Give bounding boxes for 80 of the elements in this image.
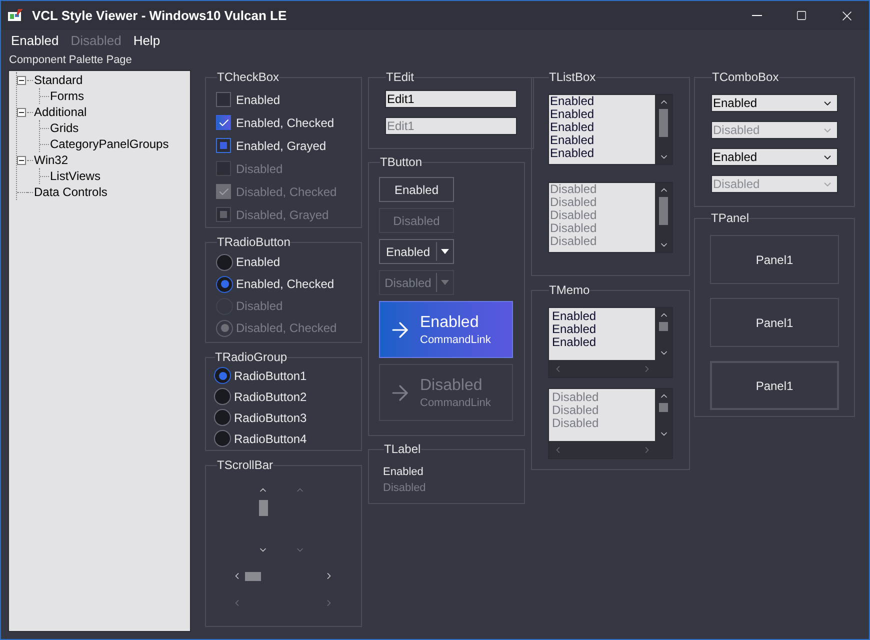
memo-line: Disabled bbox=[552, 404, 600, 417]
radio-button[interactable] bbox=[216, 276, 233, 292]
scroll-thumb[interactable] bbox=[659, 322, 668, 331]
radio-label[interactable]: Enabled, Checked bbox=[236, 275, 334, 293]
radio-button[interactable] bbox=[214, 367, 231, 384]
collapse-icon[interactable] bbox=[17, 76, 26, 84]
group-title: TPanel bbox=[711, 211, 750, 225]
tree-item[interactable]: CategoryPanelGroups bbox=[49, 135, 170, 153]
list-item[interactable]: Enabled bbox=[550, 108, 655, 121]
caret-icon bbox=[441, 280, 449, 285]
checkbox-label[interactable]: Enabled bbox=[236, 90, 280, 108]
minimize-icon bbox=[752, 15, 762, 16]
collapse-icon[interactable] bbox=[17, 108, 26, 116]
group-title: TButton bbox=[380, 155, 422, 169]
menu-item[interactable]: Help bbox=[127, 30, 166, 50]
panel-caption: Panel1 bbox=[756, 314, 794, 332]
radio-label[interactable]: RadioButton4 bbox=[234, 430, 307, 448]
radio-label[interactable]: RadioButton1 bbox=[234, 366, 307, 384]
scroll-thumb[interactable] bbox=[245, 572, 261, 580]
memo-box[interactable]: Enabled Enabled Enabled bbox=[548, 307, 673, 378]
checkbox-label[interactable]: Enabled, Checked bbox=[236, 114, 334, 132]
command-link[interactable]: Enabled CommandLink bbox=[379, 301, 513, 358]
scroll-thumb[interactable] bbox=[659, 109, 668, 137]
app-logo-icon bbox=[8, 8, 24, 22]
menu-item[interactable]: Enabled bbox=[5, 30, 65, 50]
combo-box[interactable]: Enabled bbox=[711, 148, 838, 166]
check-icon bbox=[218, 186, 230, 198]
maximize-icon bbox=[796, 10, 807, 21]
group-title: TRadioGroup bbox=[215, 350, 288, 364]
radio-button[interactable] bbox=[214, 388, 231, 405]
group-title: TComboBox bbox=[712, 70, 779, 84]
check-icon bbox=[218, 116, 230, 128]
radio-label[interactable]: RadioButton2 bbox=[234, 388, 307, 406]
checkbox[interactable] bbox=[216, 138, 231, 153]
panel-caption: Panel1 bbox=[756, 252, 794, 268]
split-button[interactable]: Enabled bbox=[379, 239, 454, 264]
group-title: TLabel bbox=[384, 442, 421, 456]
tree-item[interactable]: Forms bbox=[49, 87, 85, 105]
window-title: VCL Style Viewer - Windows10 Vulcan LE bbox=[32, 6, 287, 25]
group-title: TScrollBar bbox=[217, 458, 274, 472]
list-item[interactable]: Enabled bbox=[550, 95, 655, 108]
caret-icon bbox=[441, 249, 449, 254]
list-box[interactable]: Enabled Enabled Enabled Enabled Enabled bbox=[548, 94, 673, 165]
radio-button[interactable] bbox=[214, 430, 231, 447]
radio-label[interactable]: RadioButton3 bbox=[234, 408, 307, 426]
tree-item[interactable]: Standard bbox=[33, 71, 84, 89]
group-title: TMemo bbox=[549, 283, 590, 297]
memo-line: Enabled bbox=[552, 310, 598, 323]
radio-label[interactable]: Enabled bbox=[236, 253, 280, 271]
tree-item[interactable]: Additional bbox=[33, 103, 88, 121]
list-item[interactable]: Enabled bbox=[550, 147, 655, 160]
radio-button[interactable] bbox=[214, 409, 231, 426]
checkbox[interactable] bbox=[216, 115, 231, 130]
memo-line: Disabled bbox=[552, 391, 600, 404]
list-item[interactable]: Enabled bbox=[550, 134, 655, 147]
panel-caption: Panel1 bbox=[756, 378, 794, 394]
collapse-icon[interactable] bbox=[17, 156, 26, 164]
scroll-bar[interactable] bbox=[655, 95, 672, 164]
group-title: TRadioButton bbox=[217, 235, 290, 249]
memo-line: Enabled bbox=[552, 323, 598, 336]
tree-item[interactable]: Grids bbox=[49, 119, 80, 137]
checkbox-label[interactable]: Enabled, Grayed bbox=[236, 136, 326, 154]
group-title: TListBox bbox=[549, 70, 596, 84]
scroll-thumb[interactable] bbox=[258, 500, 268, 516]
label-text: Enabled bbox=[383, 465, 424, 480]
radio-button[interactable] bbox=[216, 254, 233, 270]
list-item[interactable]: Enabled bbox=[550, 121, 655, 134]
tree-item[interactable]: Win32 bbox=[33, 151, 70, 169]
edit-field[interactable]: Edit1 bbox=[385, 90, 517, 108]
group-title: TEdit bbox=[386, 70, 414, 84]
push-button[interactable]: Enabled bbox=[379, 177, 454, 202]
tree-item[interactable]: ListViews bbox=[49, 167, 102, 185]
memo-line: Disabled bbox=[552, 417, 600, 430]
memo-line: Enabled bbox=[552, 336, 598, 349]
combo-box[interactable]: Enabled bbox=[711, 94, 838, 112]
palette-label: Component Palette Page bbox=[9, 53, 132, 68]
group-title: TCheckBox bbox=[217, 70, 280, 84]
tree-item[interactable]: Data Controls bbox=[33, 183, 108, 201]
label-text: Disabled bbox=[383, 481, 427, 496]
checkbox[interactable] bbox=[216, 92, 231, 107]
